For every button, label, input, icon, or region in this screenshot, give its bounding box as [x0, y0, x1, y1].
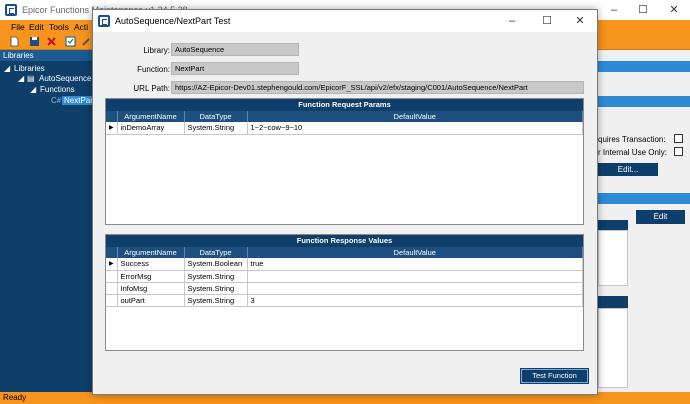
function-label: Function: — [137, 65, 170, 74]
close-icon[interactable]: ✕ — [563, 10, 597, 32]
requires-transaction-checkbox[interactable] — [674, 134, 683, 143]
test-function-button[interactable]: Test Function — [520, 368, 589, 384]
test-dialog: AutoSequence/NextPart Test – ☐ ✕ Library… — [92, 9, 598, 395]
argument-name-cell: Success — [117, 258, 185, 271]
grid-area — [598, 230, 628, 286]
minimize-icon[interactable]: – — [599, 0, 629, 20]
value-cell — [247, 270, 583, 283]
column-header-argumentname[interactable]: ArgumentName — [117, 247, 185, 258]
close-icon[interactable]: ✕ — [659, 0, 689, 20]
grid-corner — [106, 247, 118, 258]
app-icon — [98, 15, 110, 27]
tree-expander[interactable]: ◢ — [30, 85, 36, 94]
minimize-icon[interactable]: – — [495, 10, 529, 32]
value-cell: true — [247, 258, 583, 271]
folder-icon: ▤ — [27, 74, 35, 83]
row-selector[interactable] — [106, 294, 118, 307]
requires-transaction-label: quires Transaction: — [598, 135, 666, 144]
libraries-sidebar: Libraries ◢ Libraries ◢ ▤ AutoSequence ◢… — [0, 50, 98, 392]
library-label: Library: — [143, 46, 170, 55]
right-detail-panel: quires Transaction: r Internal Use Only:… — [598, 50, 690, 392]
panel-header — [598, 61, 690, 72]
datatype-cell: System.String — [184, 282, 248, 295]
library-field: AutoSequence — [171, 43, 299, 56]
panel-header — [598, 96, 690, 107]
tree-item-functions[interactable]: Functions — [40, 85, 75, 94]
table-row[interactable]: outPart System.String 3 — [106, 294, 583, 307]
url-path-field: https://AZ-Epicor-Dev01.stephengould.com… — [171, 81, 584, 94]
request-params-panel: Function Request Params ArgumentName Dat… — [105, 98, 584, 225]
menu-file[interactable]: File — [11, 22, 25, 32]
delete-icon[interactable] — [46, 36, 57, 47]
new-document-icon[interactable] — [9, 36, 20, 47]
edit-button[interactable]: Edit — [636, 210, 685, 224]
table-row[interactable]: ▶ Success System.Boolean true — [106, 258, 583, 271]
grid-header — [598, 296, 628, 308]
tree-expander[interactable]: ◢ — [4, 64, 10, 73]
function-field: NextPart — [171, 62, 299, 75]
save-icon[interactable] — [29, 36, 40, 47]
grid-area — [598, 308, 628, 388]
internal-use-label: r Internal Use Only: — [598, 148, 667, 157]
table-row[interactable]: ▶ inDemoArray System.String 1~2~cow~9~10 — [106, 122, 583, 135]
datatype-cell: System.Boolean — [184, 258, 248, 271]
pencil-icon[interactable] — [81, 36, 92, 47]
column-header-datatype[interactable]: DataType — [184, 111, 248, 122]
row-selector[interactable] — [106, 282, 118, 295]
dialog-titlebar: AutoSequence/NextPart Test – ☐ ✕ — [93, 10, 597, 32]
menu-tools[interactable]: Tools — [49, 22, 69, 32]
datatype-cell: System.String — [184, 270, 248, 283]
dialog-title: AutoSequence/NextPart Test — [115, 16, 231, 26]
sidebar-header: Libraries — [0, 50, 92, 61]
datatype-cell: System.String — [184, 122, 248, 135]
request-params-grid: ArgumentName DataType DefaultValue ▶ inD… — [106, 111, 583, 135]
menu-actions[interactable]: Acti — [74, 22, 88, 32]
code-icon: C# — [51, 96, 62, 105]
column-header-defaultvalue[interactable]: DefaultValue — [247, 247, 583, 258]
default-value-cell[interactable]: 1~2~cow~9~10 — [247, 122, 583, 135]
row-selector-arrow-icon[interactable]: ▶ — [106, 258, 118, 271]
maximize-icon[interactable]: ☐ — [530, 10, 564, 32]
value-cell: 3 — [247, 294, 583, 307]
value-cell — [247, 282, 583, 295]
row-selector-arrow-icon[interactable]: ▶ — [106, 122, 118, 135]
datatype-cell: System.String — [184, 294, 248, 307]
edit-dots-button[interactable]: Edit... — [598, 163, 658, 176]
app-icon — [5, 4, 17, 16]
column-header-argumentname[interactable]: ArgumentName — [117, 111, 185, 122]
argument-name-cell: inDemoArray — [117, 122, 185, 135]
column-header-defaultvalue[interactable]: DefaultValue — [247, 111, 583, 122]
argument-name-cell: InfoMsg — [117, 282, 185, 295]
internal-use-checkbox[interactable] — [674, 147, 683, 156]
argument-name-cell: outPart — [117, 294, 185, 307]
menu-edit[interactable]: Edit — [29, 22, 44, 32]
tree-item-autosequence[interactable]: AutoSequence — [39, 74, 92, 83]
tree-item-libraries[interactable]: Libraries — [14, 64, 45, 73]
panel-header — [598, 193, 690, 204]
response-values-grid: ArgumentName DataType DefaultValue ▶ Suc… — [106, 247, 583, 307]
url-path-label: URL Path: — [133, 84, 170, 93]
grid-header — [598, 220, 628, 230]
response-values-title: Function Response Values — [106, 235, 583, 247]
table-row[interactable]: ErrorMsg System.String — [106, 270, 583, 283]
argument-name-cell: ErrorMsg — [117, 270, 185, 283]
tree-expander[interactable]: ◢ — [18, 74, 24, 83]
maximize-icon[interactable]: ☐ — [628, 0, 658, 20]
response-values-panel: Function Response Values ArgumentName Da… — [105, 234, 584, 351]
column-header-datatype[interactable]: DataType — [184, 247, 248, 258]
checklist-icon[interactable] — [65, 36, 76, 47]
row-selector[interactable] — [106, 270, 118, 283]
table-row[interactable]: InfoMsg System.String — [106, 282, 583, 295]
request-params-title: Function Request Params — [106, 99, 583, 111]
grid-corner — [106, 111, 118, 122]
